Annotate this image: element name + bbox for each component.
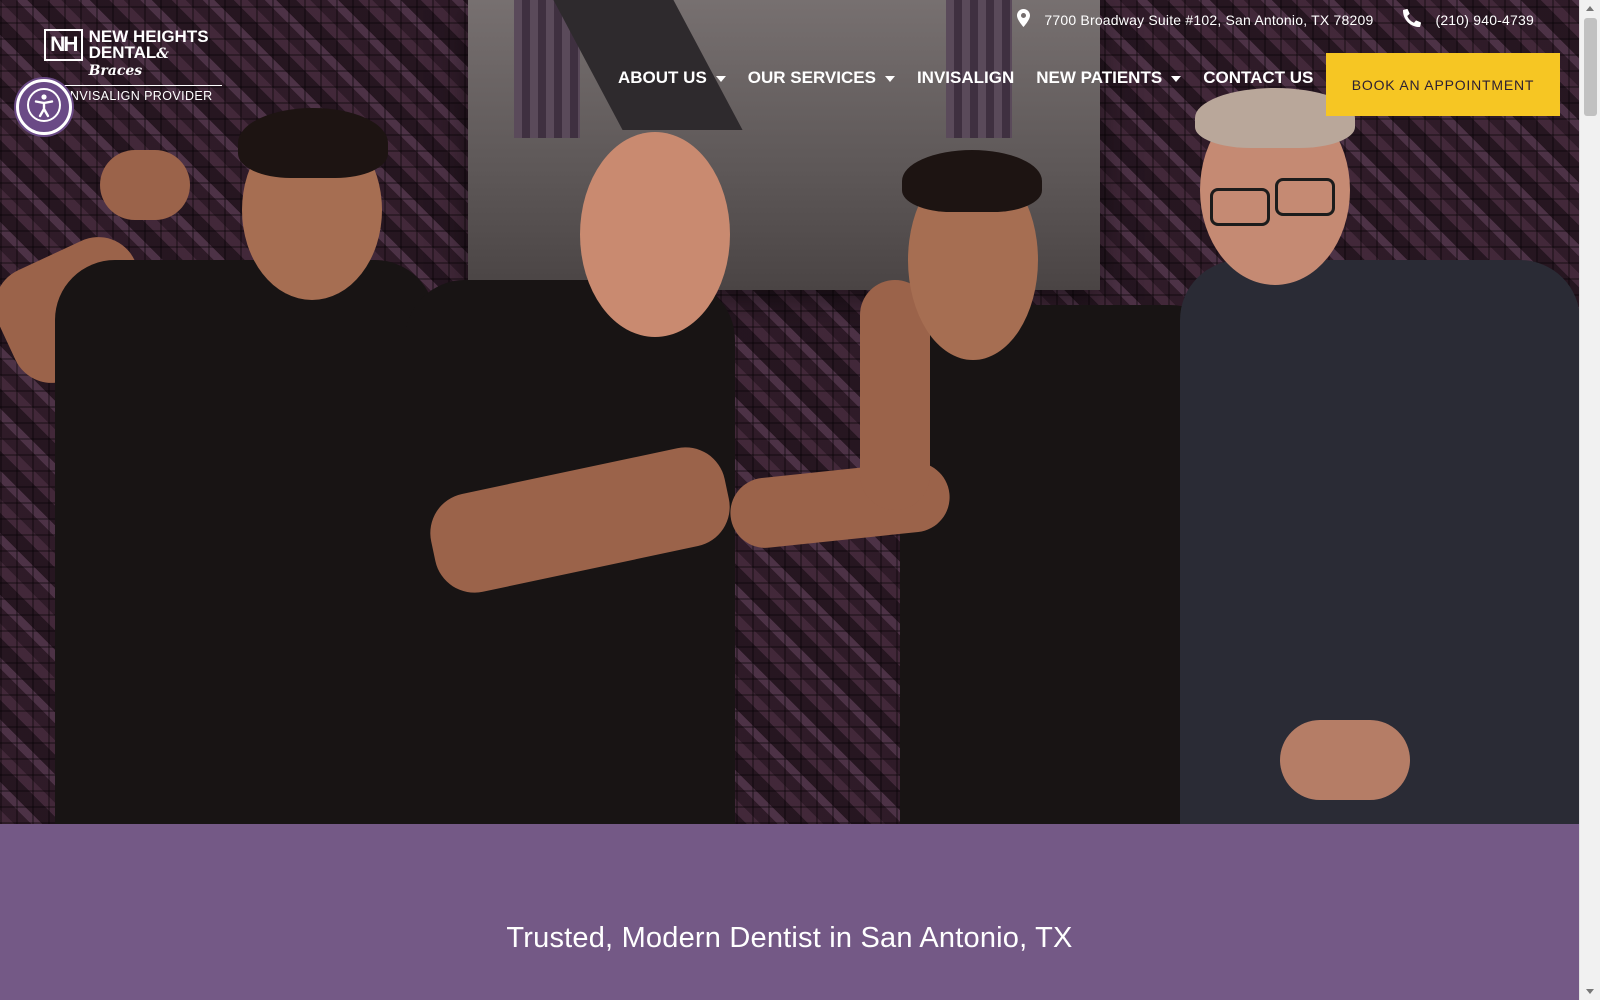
page-heading: Trusted, Modern Dentist in San Antonio, …	[506, 922, 1073, 954]
logo-name: NEW HEIGHTS DENTAL& Braces	[88, 27, 209, 79]
accessibility-icon	[26, 87, 62, 128]
phone-link[interactable]: (210) 940-4739	[1403, 8, 1534, 30]
caret-down-icon	[715, 76, 726, 82]
phone-number: (210) 940-4739	[1435, 11, 1534, 28]
book-appointment-button[interactable]: BOOK AN APPOINTMENT	[1326, 53, 1560, 116]
logo-mark: NH	[44, 29, 83, 61]
main-nav: ABOUT US OUR SERVICES INVISALIGN NEW PAT…	[618, 68, 1313, 88]
hero-image	[0, 0, 1579, 824]
caret-down-icon	[1171, 76, 1182, 82]
nav-new-patients[interactable]: NEW PATIENTS	[1036, 68, 1182, 88]
intro-band: Trusted, Modern Dentist in San Antonio, …	[0, 824, 1579, 1000]
nav-our-services[interactable]: OUR SERVICES	[748, 68, 895, 88]
nav-about-us[interactable]: ABOUT US	[618, 68, 726, 88]
scroll-up-arrow[interactable]	[1586, 6, 1594, 11]
contact-bar: 7700 Broadway Suite #102, San Antonio, T…	[1017, 8, 1534, 30]
caret-down-icon	[884, 76, 895, 82]
nav-contact-us[interactable]: CONTACT US	[1203, 68, 1313, 88]
address-text: 7700 Broadway Suite #102, San Antonio, T…	[1044, 11, 1374, 28]
site-logo[interactable]: NH NEW HEIGHTS DENTAL& Braces AN INVISAL…	[44, 27, 222, 103]
accessibility-button[interactable]	[16, 79, 72, 135]
scroll-thumb[interactable]	[1584, 18, 1597, 116]
address-link[interactable]: 7700 Broadway Suite #102, San Antonio, T…	[1017, 9, 1373, 30]
page-scrollbar[interactable]	[1579, 0, 1600, 1000]
scroll-down-arrow[interactable]	[1586, 989, 1594, 994]
phone-icon	[1403, 8, 1422, 30]
nav-invisalign[interactable]: INVISALIGN	[917, 68, 1014, 88]
map-pin-icon	[1017, 9, 1031, 30]
